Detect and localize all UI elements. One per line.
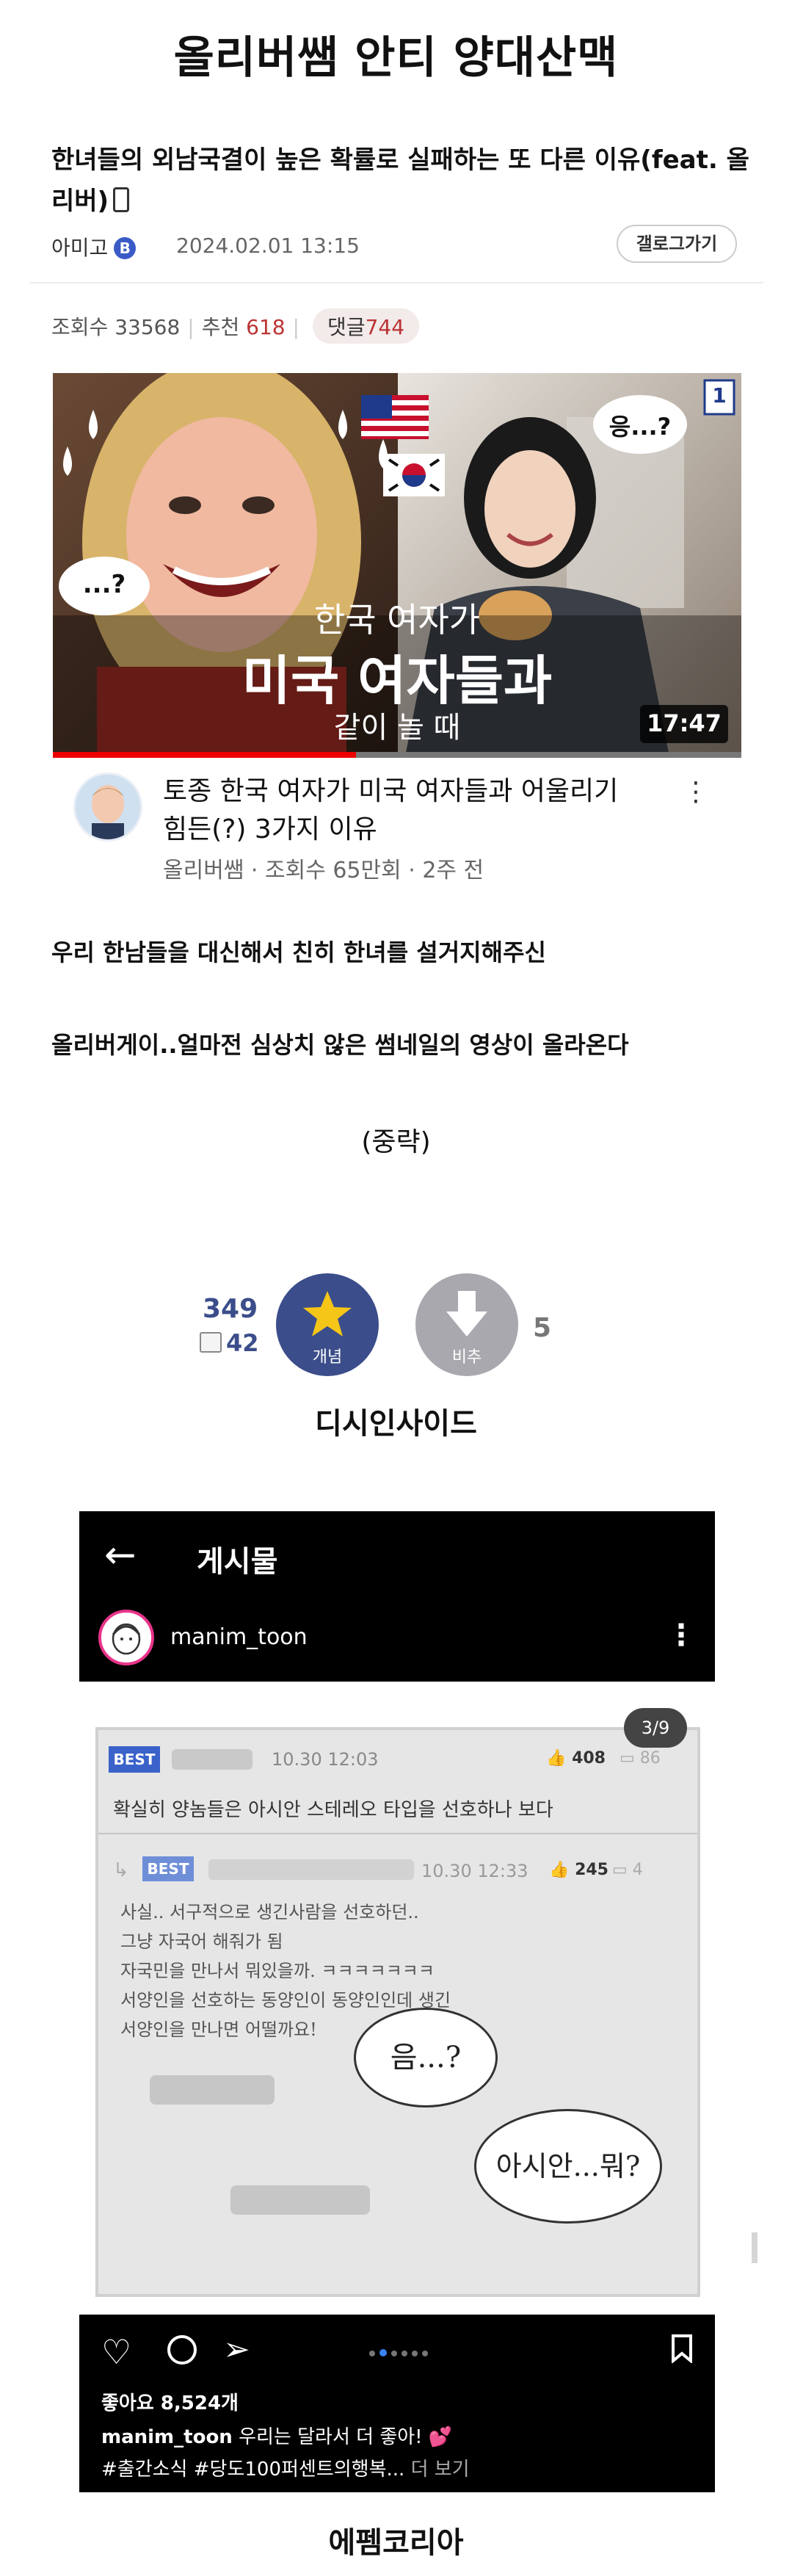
instagram-avatar[interactable] — [98, 1610, 154, 1665]
likes-count[interactable]: 좋아요 8,524개 — [101, 2388, 239, 2415]
speech-bubble-2: 아시안...뭐? — [474, 2109, 662, 2224]
card-divider — [98, 1833, 697, 1834]
post1-text: 확실히 양놈들은 아시안 스테레오 타입을 선호하나 보다 — [113, 1799, 553, 1821]
video-meta: 올리버쌤 · 조회수 65만회 · 2주 전 — [163, 858, 484, 883]
author[interactable]: 아미고 B — [51, 232, 137, 261]
heart-icon[interactable]: ♡ — [101, 2332, 131, 2372]
post2-line: 그냥 자국어 해줘가 됨 — [120, 1931, 283, 1952]
more-link[interactable]: 더 보기 — [411, 2459, 470, 2481]
speech-right: 응...? — [608, 413, 672, 441]
scroll-indicator[interactable] — [752, 2232, 758, 2263]
divider — [29, 282, 763, 283]
post1-likes-count: 408 — [572, 1749, 606, 1768]
upvote-button[interactable]: 개념 — [276, 1273, 379, 1376]
instagram-username[interactable]: manim_toon — [170, 1624, 308, 1650]
author-badge-icon: B — [114, 237, 137, 259]
comment-badge[interactable]: 댓글744 — [313, 308, 420, 344]
blurred-block-2 — [230, 2185, 370, 2215]
downvote-label: 비추 — [451, 1348, 482, 1367]
thumbs-up-icon: 👍 — [546, 1749, 573, 1768]
omitted-text: (중략) — [361, 1127, 431, 1157]
vote-down-count: 5 — [533, 1313, 552, 1343]
downvote-button[interactable]: 비추 — [415, 1273, 518, 1376]
fixed-count: 42 — [226, 1329, 259, 1357]
post2-likes: 👍 245 — [549, 1861, 608, 1879]
post-stats: 조회수 33568 | 추천 618 | 댓글744 — [51, 308, 420, 344]
post2-date: 10.30 12:33 — [421, 1861, 528, 1881]
recommend-label: 추천 — [201, 315, 240, 339]
star-icon — [303, 1291, 352, 1336]
post1-comment-count: 86 — [639, 1749, 661, 1768]
instagram-more-icon[interactable]: ⋮ — [666, 1618, 696, 1652]
instagram-header-title: 게시물 — [197, 1545, 278, 1579]
post2-likes-count: 245 — [575, 1861, 608, 1879]
caption-line: manim_toon 우리는 달라서 더 좋아! 💕 — [101, 2422, 452, 2449]
carousel-dots — [367, 2345, 430, 2359]
post2-line: 자국민을 만나서 뭐있을까. ㅋㅋㅋㅋㅋㅋㅋ — [120, 1961, 435, 1981]
overlay-line3: 같이 놀 때 — [333, 711, 461, 745]
video-duration: 17:47 — [647, 709, 722, 737]
views-label: 조회수 — [51, 315, 109, 339]
body-line-2: 올리버게이..얼마전 심상치 않은 썸네일의 영상이 올라온다 — [51, 1031, 629, 1059]
comment-label: 댓글 — [327, 315, 366, 339]
comment-count: 744 — [365, 315, 405, 339]
fixed-count-icon — [200, 1332, 222, 1353]
comment-bubble-icon[interactable] — [167, 2335, 197, 2365]
thumbs-up-icon-2: 👍 — [549, 1861, 575, 1879]
share-icon[interactable]: ➢ — [223, 2331, 250, 2368]
body-line-1: 우리 한남들을 대신해서 친히 한녀를 설거지해주신 — [51, 938, 546, 966]
blurred-name-1 — [172, 1749, 253, 1770]
post1-comments: ▭ 86 — [620, 1749, 661, 1768]
mobile-icon — [113, 187, 130, 212]
page-indicator: 3/9 — [624, 1708, 687, 1748]
post-date: 2024.02.01 13:15 — [176, 234, 360, 258]
avatar-face-icon — [76, 775, 140, 839]
author-name: 아미고 — [51, 236, 109, 260]
post2-comments: ▭ 4 — [612, 1861, 643, 1879]
video-progress-fill — [53, 752, 356, 758]
vote-up-count: 349 — [203, 1294, 258, 1324]
thumbnail-badge-number: 1 — [712, 383, 727, 408]
blurred-name-2 — [208, 1859, 414, 1880]
post2-comment-count: 4 — [632, 1861, 643, 1879]
more-options-icon[interactable]: ⋮ — [683, 777, 709, 807]
recommend-count: 618 — [246, 315, 286, 339]
avatar-doodle-icon — [112, 1623, 141, 1655]
post-title-text: 한녀들의 외남국결이 높은 확률로 실패하는 또 다른 이유(feat. 올리버… — [51, 145, 749, 216]
fixed-count-group: 42 — [200, 1329, 259, 1357]
bookmark-icon[interactable] — [671, 2334, 693, 2365]
comment-icon-2: ▭ — [612, 1861, 633, 1879]
reply-arrow-icon: ↳ — [113, 1859, 129, 1881]
gallery-button[interactable]: 갤로그가기 — [617, 225, 737, 263]
back-arrow-icon[interactable]: ← — [104, 1533, 137, 1577]
caption-text: 우리는 달라서 더 좋아! 💕 — [239, 2426, 453, 2448]
overlay-line1: 한국 여자가 — [313, 600, 481, 640]
views-count: 33568 — [115, 315, 181, 339]
hashtags[interactable]: #출간소식 #당도100퍼센트의행복... — [101, 2459, 404, 2481]
post1-date: 10.30 12:03 — [272, 1749, 379, 1770]
post1-likes: 👍 408 — [546, 1749, 606, 1768]
video-thumbnail[interactable]: 1 ...? 응...? 한국 여자가 미국 여자들과 같이 놀 때 17:47 — [53, 373, 741, 756]
page-title: 올리버쌤 안티 양대산맥 — [173, 32, 619, 84]
post2-line: 서양인을 선호하는 동양인이 동양인인데 생긴 — [120, 1990, 451, 2011]
instagram-footer: ♡ ➢ 좋아요 8,524개 manim_toon 우리는 달라서 더 좋아! … — [79, 2315, 715, 2492]
blurred-block-1 — [150, 2075, 275, 2105]
best-badge-1: BEST — [109, 1746, 160, 1773]
source-caption-dc: 디시인사이드 — [315, 1407, 477, 1441]
instagram-header: ← 게시물 manim_toon ⋮ — [79, 1511, 715, 1682]
upvote-label: 개념 — [312, 1348, 343, 1367]
video-title[interactable]: 토종 한국 여자가 미국 여자들과 어울리기 힘든(?) 3가지 이유 — [163, 773, 647, 849]
channel-avatar[interactable] — [73, 773, 142, 842]
arrow-down-icon — [446, 1291, 487, 1336]
speech-bubble-1: 음...? — [354, 2008, 498, 2108]
hashtag-line: #출간소식 #당도100퍼센트의행복... 더 보기 — [101, 2454, 470, 2481]
best-badge-2: BEST — [142, 1856, 194, 1881]
comment-icon: ▭ — [620, 1749, 640, 1768]
post2-line: 사실.. 서구적으로 생긴사람을 선호하던.. — [120, 1902, 419, 1922]
post-title[interactable]: 한녀들의 외남국결이 높은 확률로 실패하는 또 다른 이유(feat. 올리버… — [51, 140, 756, 222]
source-caption-fm: 에펨코리아 — [328, 2526, 464, 2560]
caption-username[interactable]: manim_toon — [101, 2426, 233, 2448]
instagram-image-card: 3/9 BEST 10.30 12:03 👍 408 ▭ 86 확실히 양놈들은… — [95, 1708, 700, 2297]
